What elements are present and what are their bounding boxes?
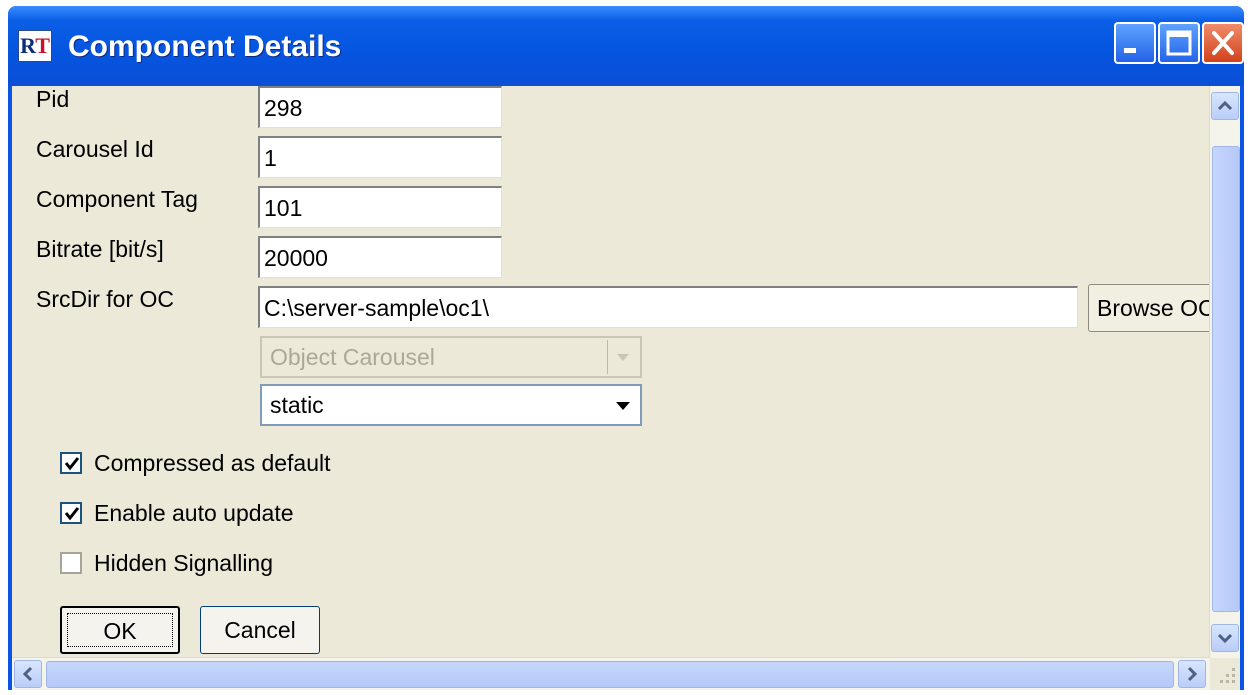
checkmark-icon	[64, 507, 80, 521]
maximize-icon	[1166, 30, 1192, 56]
maximize-button[interactable]	[1158, 22, 1200, 64]
hidden-signalling-checkbox[interactable]: Hidden Signalling	[60, 548, 380, 580]
mode-select[interactable]: static	[260, 384, 642, 426]
srcdir-label: SrcDir for OC	[36, 286, 174, 312]
checkbox-label: Enable auto update	[94, 500, 294, 526]
dialog-client-area: Pid Carousel Id Component Tag Bitrate [b…	[12, 86, 1240, 690]
component-tag-label: Component Tag	[36, 186, 198, 212]
pid-label: Pid	[36, 86, 70, 112]
scroll-down-button[interactable]	[1211, 624, 1239, 652]
chevron-left-icon	[22, 666, 33, 682]
chevron-down-icon	[1217, 633, 1233, 644]
vertical-scrollbar[interactable]	[1209, 86, 1240, 658]
compressed-default-checkbox[interactable]: Compressed as default	[60, 448, 380, 480]
close-icon	[1212, 31, 1234, 55]
mode-value: static	[270, 392, 324, 418]
window-title: Component Details	[68, 30, 342, 63]
minimize-button[interactable]	[1114, 22, 1156, 64]
scroll-right-button[interactable]	[1178, 660, 1206, 688]
bitrate-label: Bitrate [bit/s]	[36, 236, 164, 262]
enable-auto-update-checkbox[interactable]: Enable auto update	[60, 498, 380, 530]
pid-input[interactable]: 298	[258, 86, 502, 128]
cancel-button[interactable]: Cancel	[200, 606, 320, 654]
component-details-window: RT Component Details Pid Carousel Id Com…	[8, 6, 1244, 690]
title-bar[interactable]: RT Component Details	[8, 6, 1244, 86]
checkbox-box[interactable]	[60, 502, 82, 524]
checkbox-box[interactable]	[60, 452, 82, 474]
carousel-type-select: Object Carousel	[260, 336, 642, 378]
checkbox-label: Compressed as default	[94, 450, 331, 476]
chevron-down-icon[interactable]	[608, 388, 638, 422]
chevron-down-icon	[607, 340, 638, 374]
bitrate-input[interactable]: 20000	[258, 236, 502, 278]
horizontal-scroll-thumb[interactable]	[46, 661, 1174, 688]
vertical-scroll-thumb[interactable]	[1212, 146, 1240, 612]
carousel-id-label: Carousel Id	[36, 136, 154, 162]
chevron-right-icon	[1187, 666, 1198, 682]
carousel-id-input[interactable]: 1	[258, 136, 502, 178]
scroll-up-button[interactable]	[1211, 92, 1239, 120]
checkmark-icon	[64, 457, 80, 471]
ok-button[interactable]: OK	[60, 606, 180, 654]
scroll-left-button[interactable]	[14, 660, 42, 688]
carousel-type-value: Object Carousel	[270, 344, 435, 370]
checkbox-label: Hidden Signalling	[94, 550, 274, 576]
app-logo-icon: RT	[18, 30, 52, 62]
horizontal-scrollbar[interactable]	[12, 657, 1210, 690]
resize-grip-icon[interactable]	[1210, 658, 1240, 690]
component-tag-input[interactable]: 101	[258, 186, 502, 228]
checkbox-box[interactable]	[60, 552, 82, 574]
srcdir-input[interactable]: C:\server-sample\oc1\	[258, 286, 1078, 328]
minimize-icon	[1124, 48, 1136, 53]
close-button[interactable]	[1202, 22, 1244, 64]
ok-button-label: OK	[67, 613, 173, 647]
chevron-up-icon	[1217, 100, 1233, 111]
